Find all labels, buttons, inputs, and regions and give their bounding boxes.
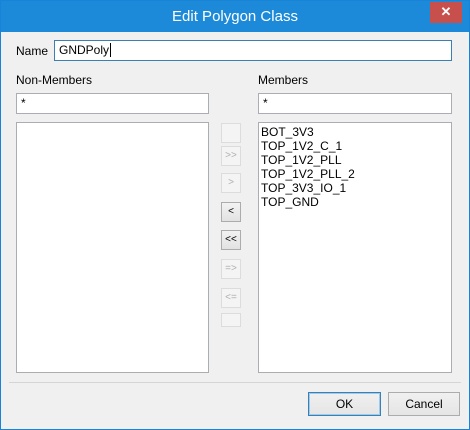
list-item[interactable]: BOT_3V3 [259, 125, 451, 139]
members-filter-input[interactable]: * [258, 93, 452, 114]
list-item[interactable]: TOP_3V3_IO_1 [259, 181, 451, 195]
list-item[interactable]: TOP_1V2_PLL_2 [259, 167, 451, 181]
dialog-title: Edit Polygon Class [172, 8, 298, 25]
remove-one-button[interactable]: < [221, 202, 241, 222]
add-all-icon: >> [225, 150, 237, 161]
ok-button[interactable]: OK [308, 392, 381, 416]
members-header: Members [258, 73, 309, 87]
members-filter-value: * [263, 96, 268, 110]
list-item[interactable]: TOP_1V2_C_1 [259, 139, 451, 153]
name-label: Name [16, 44, 49, 58]
non-members-filter-input[interactable]: * [16, 93, 209, 114]
add-all-button[interactable]: >> [221, 146, 241, 166]
remove-selected-icon: <= [225, 292, 237, 303]
remove-selected-button[interactable]: <= [221, 288, 241, 308]
title-bar: Edit Polygon Class ✕ [1, 1, 469, 32]
text-caret [110, 43, 112, 57]
close-button[interactable]: ✕ [430, 2, 462, 23]
list-item[interactable]: TOP_GND [259, 195, 451, 209]
add-one-button[interactable]: > [221, 173, 241, 193]
list-item[interactable]: TOP_1V2_PLL [259, 153, 451, 167]
add-selected-button[interactable]: => [221, 259, 241, 279]
move-spacer-top [221, 123, 241, 143]
add-selected-icon: => [225, 263, 237, 274]
name-input-value: GNDPoly [59, 43, 110, 57]
close-icon: ✕ [440, 4, 452, 19]
name-input[interactable]: GNDPoly [54, 40, 452, 61]
remove-all-button[interactable]: << [221, 230, 241, 250]
remove-all-icon: << [225, 234, 237, 245]
non-members-filter-value: * [21, 96, 26, 110]
edit-polygon-class-dialog: Edit Polygon Class ✕ Name GNDPoly Non-Me… [0, 0, 470, 430]
cancel-button[interactable]: Cancel [388, 392, 460, 416]
move-spacer-bottom [221, 313, 241, 327]
remove-one-icon: < [228, 206, 234, 217]
non-members-header: Non-Members [16, 73, 93, 87]
members-list[interactable]: BOT_3V3 TOP_1V2_C_1 TOP_1V2_PLL TOP_1V2_… [258, 122, 452, 373]
non-members-list[interactable] [16, 122, 209, 373]
add-one-icon: > [228, 177, 234, 188]
